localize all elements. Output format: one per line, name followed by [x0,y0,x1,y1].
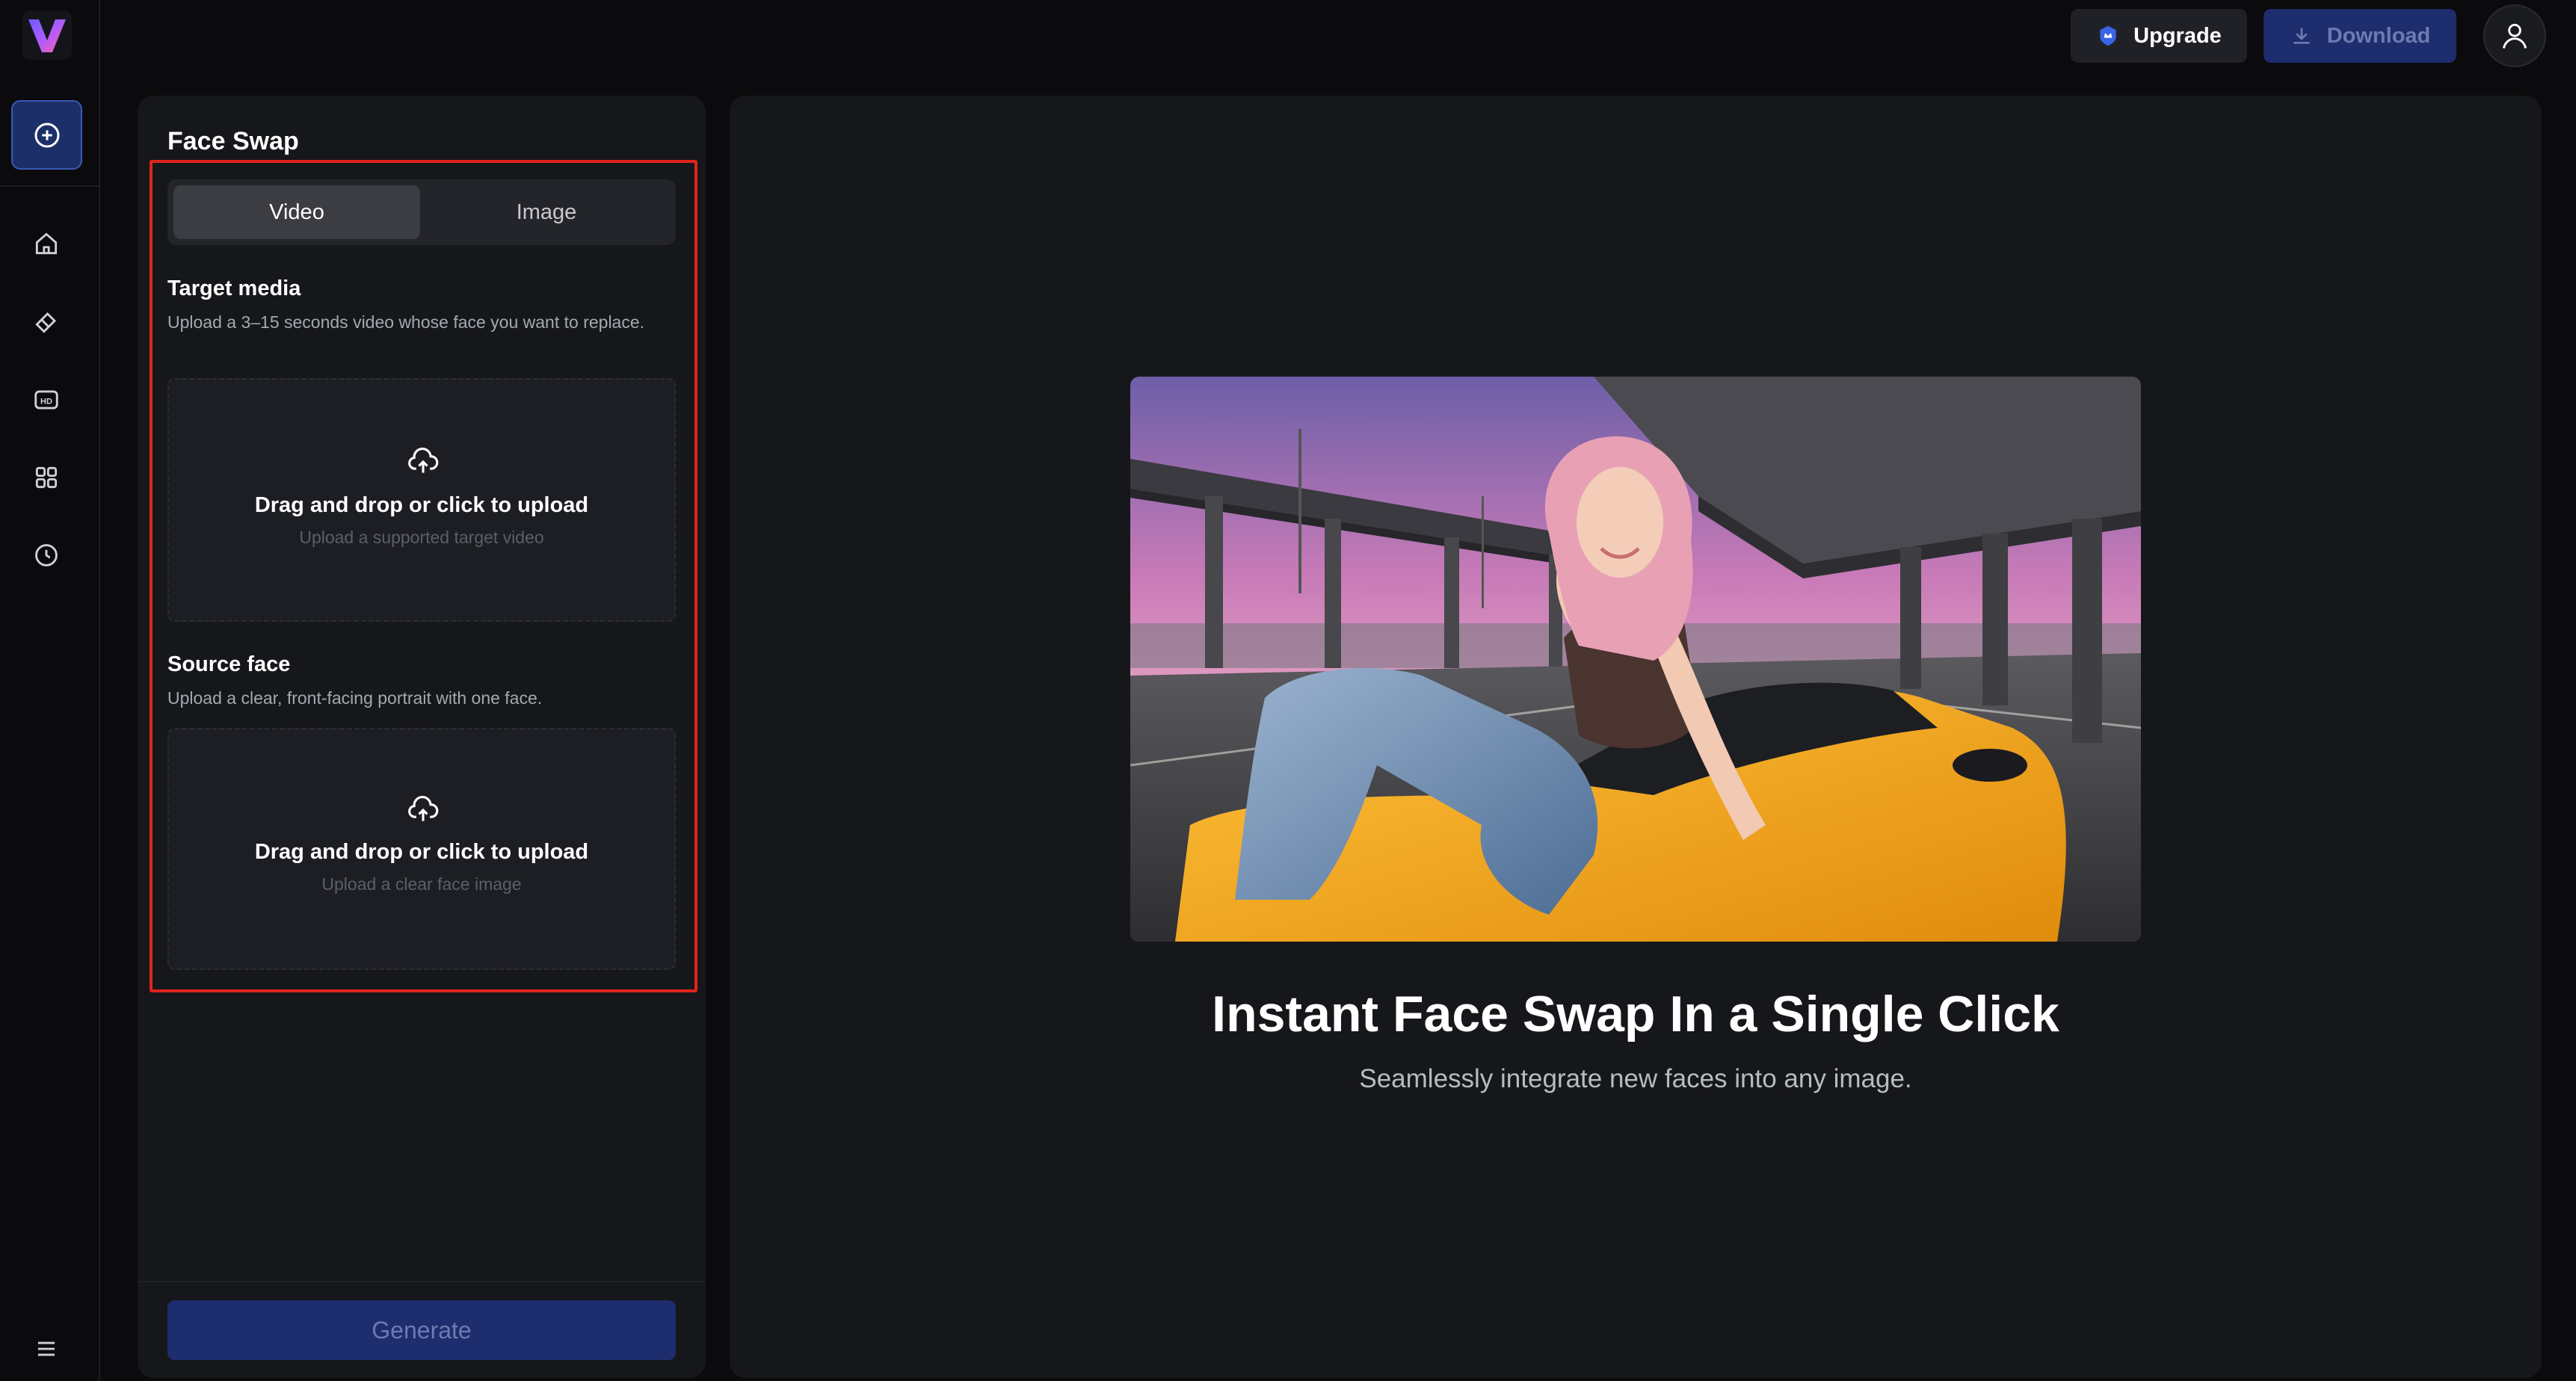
clock-icon [35,544,58,566]
download-button[interactable]: Download [2264,9,2456,63]
upgrade-label: Upgrade [2133,23,2222,48]
hero-example-image [1130,377,2141,942]
panel-title: Face Swap [167,127,299,155]
panel-divider [138,1281,706,1282]
generate-button[interactable]: Generate [167,1300,676,1360]
eraser-icon [35,312,57,333]
sidebar-menu-button[interactable] [31,1333,62,1365]
sidebar-item-home[interactable] [31,228,62,259]
hd-icon: HD [34,390,58,410]
sidebar-item-history[interactable] [31,540,62,571]
svg-text:HD: HD [40,398,52,407]
crown-badge-icon [2100,25,2116,46]
new-creation-button[interactable] [11,100,82,170]
app-root: HD Upgrade Download Face Swap Video Imag… [0,0,2576,1381]
menu-icon [37,1341,55,1356]
sidebar-item-apps[interactable] [31,462,62,493]
upgrade-button[interactable]: Upgrade [2071,9,2247,63]
user-avatar[interactable] [2483,4,2546,67]
hero-subtitle: Seamlessly integrate new faces into any … [1359,1064,1912,1093]
download-icon [2293,28,2310,44]
user-icon [2502,23,2527,49]
hero-title: Instant Face Swap In a Single Click [1212,986,2059,1042]
sidebar-divider [0,185,100,187]
sidebar: HD [0,0,100,1381]
plus-circle-icon [34,123,59,147]
sidebar-item-eraser[interactable] [31,306,62,338]
sidebar-item-hd[interactable]: HD [31,384,62,415]
selection-highlight [150,160,697,992]
grid-icon [35,466,58,489]
download-label: Download [2326,23,2431,48]
v-logo-icon[interactable] [22,10,72,60]
home-icon [35,232,58,255]
